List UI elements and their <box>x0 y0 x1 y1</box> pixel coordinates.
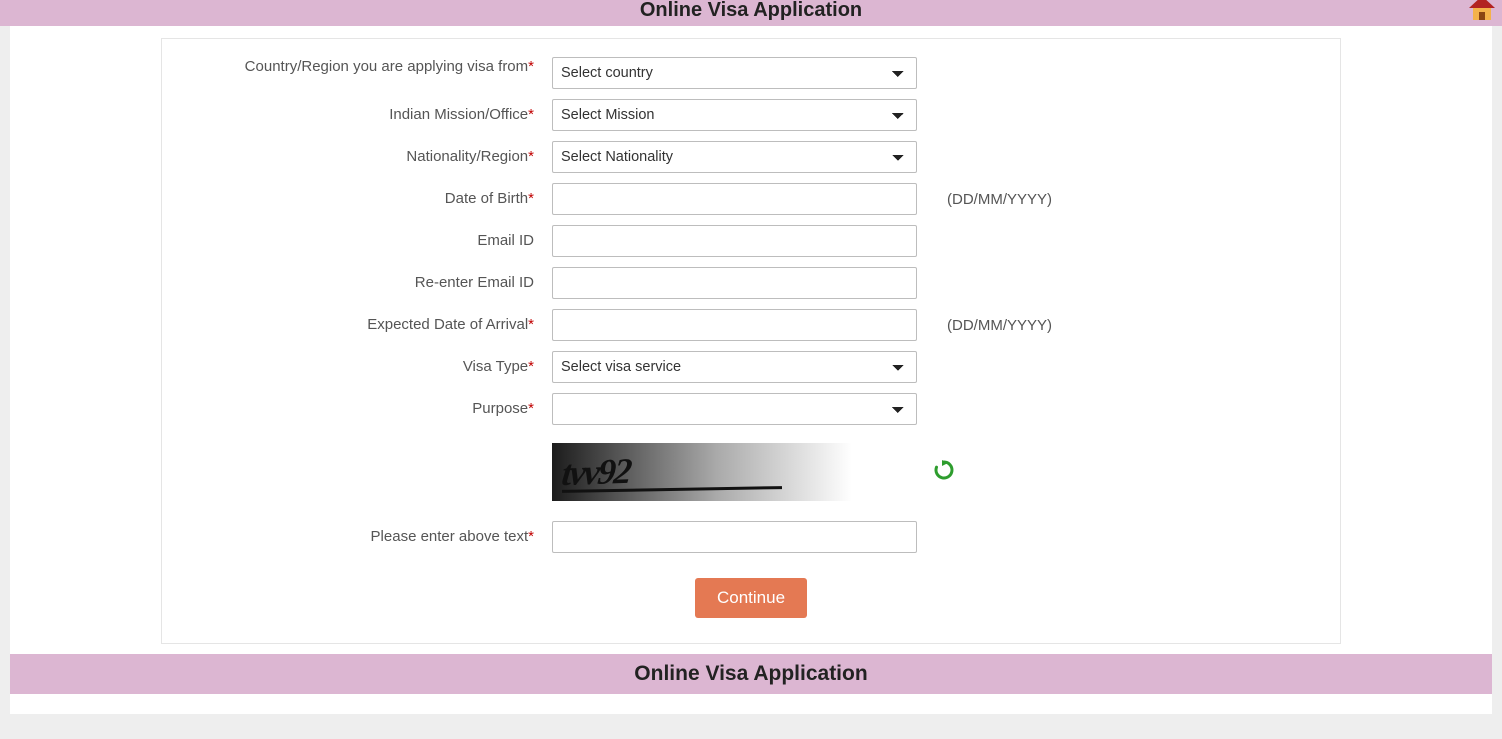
row-visatype: Visa Type* Select visa service <box>182 351 1320 383</box>
row-email: Email ID <box>182 225 1320 257</box>
captcha-image: tvv92 <box>552 443 852 501</box>
label-mission: Indian Mission/Office* <box>182 105 552 125</box>
required-mark: * <box>528 400 534 417</box>
label-nationality: Nationality/Region* <box>182 147 552 167</box>
label-visatype: Visa Type* <box>182 357 552 377</box>
home-icon[interactable] <box>1467 0 1497 24</box>
row-captcha-input: Please enter above text* <box>182 521 1320 553</box>
row-dob: Date of Birth* (DD/MM/YYYY) <box>182 183 1320 215</box>
nationality-select[interactable]: Select Nationality <box>552 141 917 173</box>
label-country: Country/Region you are applying visa fro… <box>182 57 552 77</box>
required-mark: * <box>528 190 534 207</box>
label-purpose: Purpose* <box>182 399 552 419</box>
refresh-captcha-icon[interactable] <box>932 458 956 486</box>
row-nationality: Nationality/Region* Select Nationality <box>182 141 1320 173</box>
required-mark: * <box>528 316 534 333</box>
header-bar: Online Visa Application <box>0 0 1502 26</box>
row-mission: Indian Mission/Office* Select Mission <box>182 99 1320 131</box>
country-select[interactable]: Select country <box>552 57 917 89</box>
required-mark: * <box>528 358 534 375</box>
reemail-input[interactable] <box>552 267 917 299</box>
mission-select[interactable]: Select Mission <box>552 99 917 131</box>
footer-title: Online Visa Application <box>634 662 867 685</box>
label-arrival: Expected Date of Arrival* <box>182 315 552 335</box>
page-title: Online Visa Application <box>640 0 862 20</box>
captcha-text: tvv92 <box>560 450 632 494</box>
row-purpose: Purpose* <box>182 393 1320 425</box>
required-mark: * <box>528 58 534 75</box>
captcha-input[interactable] <box>552 521 917 553</box>
row-reemail: Re-enter Email ID <box>182 267 1320 299</box>
form-card: Country/Region you are applying visa fro… <box>10 26 1492 694</box>
row-captcha-image: tvv92 <box>182 443 1320 501</box>
label-reemail: Re-enter Email ID <box>182 273 552 293</box>
required-mark: * <box>528 528 534 545</box>
purpose-select[interactable] <box>552 393 917 425</box>
required-mark: * <box>528 148 534 165</box>
visatype-select[interactable]: Select visa service <box>552 351 917 383</box>
submit-row: Continue <box>182 578 1320 618</box>
bottom-pad <box>10 694 1492 714</box>
arrival-hint: (DD/MM/YYYY) <box>917 317 1320 334</box>
visa-form: Country/Region you are applying visa fro… <box>161 38 1341 644</box>
required-mark: * <box>528 106 534 123</box>
row-arrival: Expected Date of Arrival* (DD/MM/YYYY) <box>182 309 1320 341</box>
label-dob: Date of Birth* <box>182 189 552 209</box>
footer-bar: Online Visa Application <box>10 654 1492 694</box>
label-captcha: Please enter above text* <box>182 527 552 547</box>
label-email: Email ID <box>182 231 552 251</box>
email-input[interactable] <box>552 225 917 257</box>
row-country: Country/Region you are applying visa fro… <box>182 57 1320 89</box>
dob-hint: (DD/MM/YYYY) <box>917 191 1320 208</box>
continue-button[interactable]: Continue <box>695 578 807 618</box>
dob-input[interactable] <box>552 183 917 215</box>
page-bg-space <box>0 714 1502 739</box>
arrival-input[interactable] <box>552 309 917 341</box>
